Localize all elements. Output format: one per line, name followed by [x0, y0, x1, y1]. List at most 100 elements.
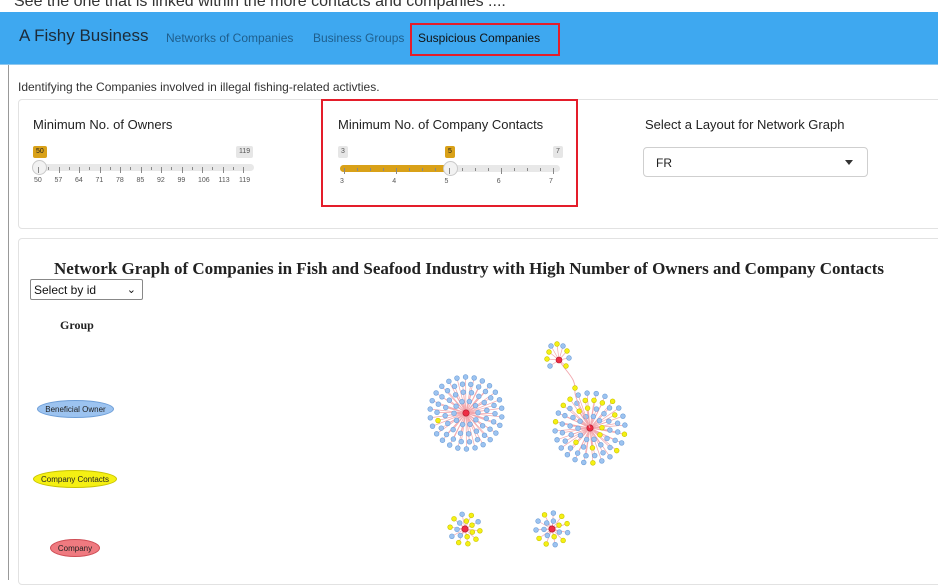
graph-node: [562, 413, 567, 418]
graph-node: [488, 395, 493, 400]
graph-node: [568, 406, 573, 411]
graph-node: [584, 453, 589, 458]
graph-node: [464, 447, 469, 452]
graph-node: [590, 445, 595, 450]
graph-node: [592, 437, 597, 442]
graph-node: [499, 406, 504, 411]
graph-node: [574, 440, 579, 445]
graph-node: [559, 446, 564, 451]
graph-node: [551, 519, 556, 524]
graph-node: [488, 437, 493, 442]
graph-node: [547, 350, 552, 355]
graph-node: [577, 409, 582, 414]
graph-node: [455, 376, 460, 381]
graph-node: [483, 389, 488, 394]
graph-node: [455, 527, 460, 532]
graph-node: [451, 437, 456, 442]
graph-node: [446, 379, 451, 384]
graph-node: [553, 428, 558, 433]
graph-node: [476, 519, 481, 524]
graph-node: [477, 528, 482, 533]
graph-node: [454, 418, 459, 423]
graph-node: [565, 452, 570, 457]
graph-node: [460, 399, 465, 404]
graph-node: [468, 382, 473, 387]
graph-node: [565, 530, 570, 535]
graph-node: [492, 403, 497, 408]
graph-node: [473, 403, 478, 408]
graph-node: [564, 364, 569, 369]
graph-node: [465, 534, 470, 539]
graph-node: [576, 426, 581, 431]
graph-node: [542, 512, 547, 517]
graph-node: [465, 541, 470, 546]
graph-node: [474, 429, 479, 434]
graph-node: [590, 460, 595, 465]
graph-node: [452, 411, 457, 416]
graph-node: [578, 433, 583, 438]
graph-node: [552, 534, 557, 539]
graph-node: [597, 418, 602, 423]
graph-node: [436, 418, 441, 423]
graph-node: [567, 356, 572, 361]
graph-node: [457, 521, 462, 526]
graph-node: [480, 423, 485, 428]
network-graph[interactable]: [0, 0, 938, 580]
graph-node: [482, 433, 487, 438]
graph-node: [436, 402, 441, 407]
graph-node: [548, 364, 553, 369]
graph-node: [592, 453, 597, 458]
graph-node: [578, 419, 583, 424]
graph-node: [598, 432, 603, 437]
graph-node: [585, 406, 590, 411]
graph-node: [602, 411, 607, 416]
graph-node: [484, 408, 489, 413]
graph-node: [551, 511, 556, 516]
graph-node: [612, 413, 617, 418]
graph-node: [440, 438, 445, 443]
graph-node: [542, 527, 547, 532]
graph-node: [469, 390, 474, 395]
graph-node: [608, 445, 613, 450]
graph-node: [439, 426, 444, 431]
graph-node: [575, 451, 580, 456]
graph-node: [559, 514, 564, 519]
graph-node: [560, 430, 565, 435]
graph-node: [461, 390, 466, 395]
graph-node: [452, 516, 457, 521]
graph-node: [614, 448, 619, 453]
graph-node: [581, 445, 586, 450]
graph-node: [585, 391, 590, 396]
graph-node: [537, 536, 542, 541]
graph-node: [600, 425, 605, 430]
graph-node: [482, 400, 487, 405]
graph-node: [452, 384, 457, 389]
graph-node: [571, 415, 576, 420]
graph-node: [466, 431, 471, 436]
graph-node: [480, 379, 485, 384]
graph-node: [536, 519, 541, 524]
graph-node: [463, 375, 468, 380]
graph-node: [443, 405, 448, 410]
graph-node: [454, 404, 459, 409]
graph-node: [557, 523, 562, 528]
graph-node: [613, 438, 618, 443]
graph-node: [592, 398, 597, 403]
graph-node: [467, 399, 472, 404]
graph-node: [467, 439, 472, 444]
graph-node: [615, 421, 620, 426]
graph-node: [491, 419, 496, 424]
graph-node: [458, 533, 463, 538]
graph-node: [493, 431, 498, 436]
graph-node: [621, 414, 626, 419]
graph-node: [484, 416, 489, 421]
graph-node: [622, 423, 627, 428]
graph-node: [476, 394, 481, 399]
graph-node: [447, 398, 452, 403]
graph-node: [445, 388, 450, 393]
graph-node: [493, 411, 498, 416]
graph-node: [456, 540, 461, 545]
graph-node: [474, 537, 479, 542]
graph-node: [610, 399, 615, 404]
company-node: [549, 526, 555, 532]
